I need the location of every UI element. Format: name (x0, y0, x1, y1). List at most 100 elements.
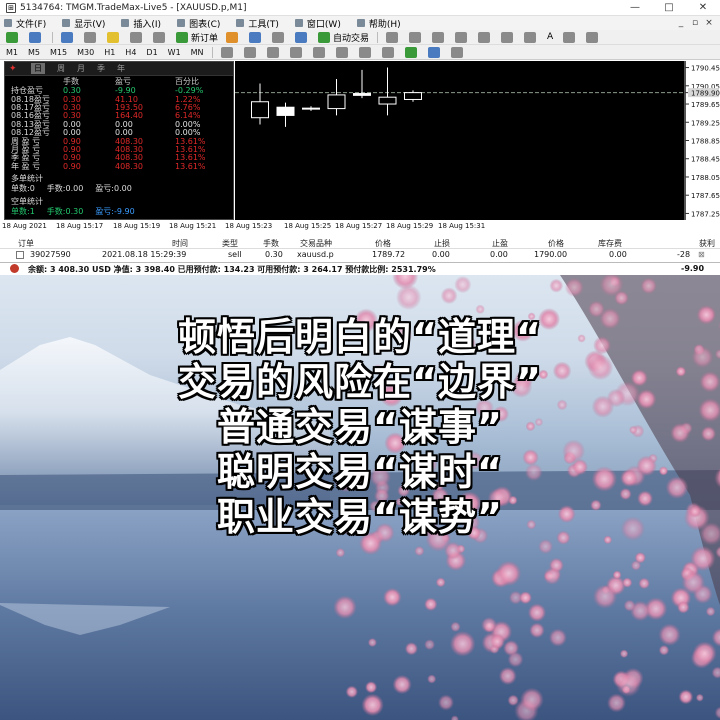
col-profit[interactable]: 获利 (699, 238, 715, 249)
close-button[interactable]: ✕ (686, 0, 720, 16)
tester-icon[interactable] (153, 31, 165, 43)
tab-year[interactable]: 年 (117, 63, 125, 74)
maximize-button[interactable]: □ (652, 0, 686, 16)
crosshair-icon[interactable] (409, 31, 422, 43)
vps-icon[interactable] (272, 31, 285, 43)
row-label: 08.12盈亏 (11, 128, 50, 138)
timeframe-m30[interactable]: M30 (75, 48, 96, 57)
menu-help[interactable]: 帮助(H) (356, 17, 401, 30)
zoom-out-icon[interactable] (312, 46, 325, 58)
blossom-cluster (333, 595, 357, 619)
auto-trading-button[interactable]: 自动交易 (318, 31, 369, 44)
fibonacci-icon[interactable] (524, 31, 537, 43)
timeframe-m15[interactable]: M15 (48, 48, 69, 57)
menu-tools[interactable]: 工具(T) (236, 17, 279, 30)
col-order[interactable]: 订单 (18, 238, 34, 249)
auto-trading-icon (318, 31, 331, 43)
profiles-icon[interactable] (29, 31, 41, 43)
menu-charts-label: 图表(C) (189, 19, 221, 30)
order-time: 2021.08.18 15:29:39 (102, 250, 187, 259)
menu-bar: 文件(F) 显示(V) 插入(I) 图表(C) 工具(T) 窗口(W) 帮助(H… (0, 16, 720, 30)
date-tick: 18 Aug 15:19 (113, 222, 161, 230)
market-icon[interactable] (295, 31, 308, 43)
timeframe-d1[interactable]: D1 (144, 48, 159, 57)
toolbar-separator (52, 31, 53, 43)
date-tick: 18 Aug 15:21 (169, 222, 217, 230)
chart-menu-icon (177, 19, 186, 27)
blossom-cluster (529, 622, 545, 639)
chart-shift-icon[interactable] (381, 46, 394, 58)
mdi-close-button[interactable]: × (702, 16, 716, 30)
timeframe-m1[interactable]: M1 (4, 48, 20, 57)
menu-charts[interactable]: 图表(C) (177, 17, 220, 30)
timeframe-w1[interactable]: W1 (166, 48, 183, 57)
cursor-icon[interactable] (386, 31, 399, 43)
mdi-restore-button[interactable]: ▫ (688, 16, 702, 30)
col-symbol[interactable]: 交易品种 (300, 238, 332, 249)
candlestick-chart[interactable]: 1790.451790.051789.901789.651789.251788.… (235, 61, 720, 220)
tab-month[interactable]: 月 (77, 63, 85, 74)
col-time[interactable]: 时间 (172, 238, 188, 249)
candle-body (302, 107, 320, 110)
templates-icon[interactable] (450, 46, 463, 58)
close-order-icon[interactable]: ⊠ (698, 250, 705, 259)
short-count: 单数:1 (11, 206, 35, 216)
line-chart-icon[interactable] (266, 46, 279, 58)
timeframe-mn[interactable]: MN (189, 48, 206, 57)
title-bar: ⊞ 5134764: TMGM.TradeMax-Live5 - [XAUUSD… (0, 0, 720, 16)
toolbar-separator (377, 31, 379, 43)
tab-week[interactable]: 周 (57, 63, 65, 74)
short-lots: 手数:0.30 (46, 206, 84, 216)
text-tool[interactable]: A (547, 32, 553, 42)
menu-view[interactable]: 显示(V) (62, 17, 105, 30)
price-tick-label: 1787.65 (691, 192, 720, 200)
menu-window[interactable]: 窗口(W) (294, 17, 341, 30)
new-order-button[interactable]: 新订单 (176, 31, 218, 44)
crosshair-move-icon[interactable] (84, 31, 96, 43)
col-tp[interactable]: 止盈 (492, 238, 508, 249)
menu-insert[interactable]: 插入(I) (121, 17, 161, 30)
auto-scroll-icon[interactable] (358, 46, 371, 58)
mdi-controls: _ ▫ × (674, 16, 716, 30)
minimize-button[interactable]: — (618, 0, 652, 16)
periods-icon[interactable] (427, 46, 440, 58)
candlestick-icon[interactable] (243, 46, 256, 58)
price-chart[interactable]: 1790.45 1790.05 1789.90 1789.65 1789.25 1788.… (235, 61, 720, 220)
tab-quarter[interactable]: 季 (97, 63, 105, 74)
col-lots[interactable]: 手数 (263, 238, 279, 249)
horizontal-line-icon[interactable] (455, 31, 468, 43)
col-swap[interactable]: 库存费 (598, 238, 622, 249)
new-chart-icon[interactable] (6, 31, 18, 43)
shapes-tool-icon[interactable] (586, 31, 599, 43)
channel-icon[interactable] (501, 31, 514, 43)
mdi-minimize-button[interactable]: _ (674, 16, 688, 30)
indicators-icon[interactable] (404, 46, 417, 58)
trend-line-icon[interactable] (478, 31, 491, 43)
menu-insert-label: 插入(I) (133, 19, 162, 30)
order-id: 39027590 (30, 250, 71, 259)
tile-windows-icon[interactable] (335, 46, 348, 58)
market-watch-icon[interactable] (61, 31, 73, 43)
terminal-icon[interactable] (130, 31, 142, 43)
tools-menu-icon (236, 19, 245, 27)
row-label: 年 盈 亏 (11, 161, 41, 171)
signals-icon[interactable] (249, 31, 262, 43)
metaeditor-icon[interactable] (226, 31, 239, 43)
zoom-in-icon[interactable] (289, 46, 302, 58)
menu-file[interactable]: 文件(F) (4, 17, 46, 30)
vertical-line-icon[interactable] (432, 31, 445, 43)
bar-chart-icon[interactable] (220, 46, 233, 58)
col-sl[interactable]: 止损 (434, 238, 450, 249)
timeframe-h4[interactable]: H4 (123, 48, 138, 57)
navigator-icon[interactable] (107, 31, 119, 43)
col-price[interactable]: 价格 (548, 238, 564, 249)
timeframe-m5[interactable]: M5 (26, 48, 42, 57)
order-symbol: xauusd.p (297, 250, 334, 259)
trade-row[interactable]: 39027590 2021.08.18 15:29:39 sell 0.30 x… (0, 249, 720, 261)
col-open-price[interactable]: 价格 (375, 238, 391, 249)
col-type[interactable]: 类型 (222, 238, 238, 249)
row-pl: -9.90 (115, 86, 136, 96)
timeframe-h1[interactable]: H1 (102, 48, 117, 57)
tab-day[interactable]: 日 (31, 63, 45, 74)
label-tool-icon[interactable] (563, 31, 576, 43)
